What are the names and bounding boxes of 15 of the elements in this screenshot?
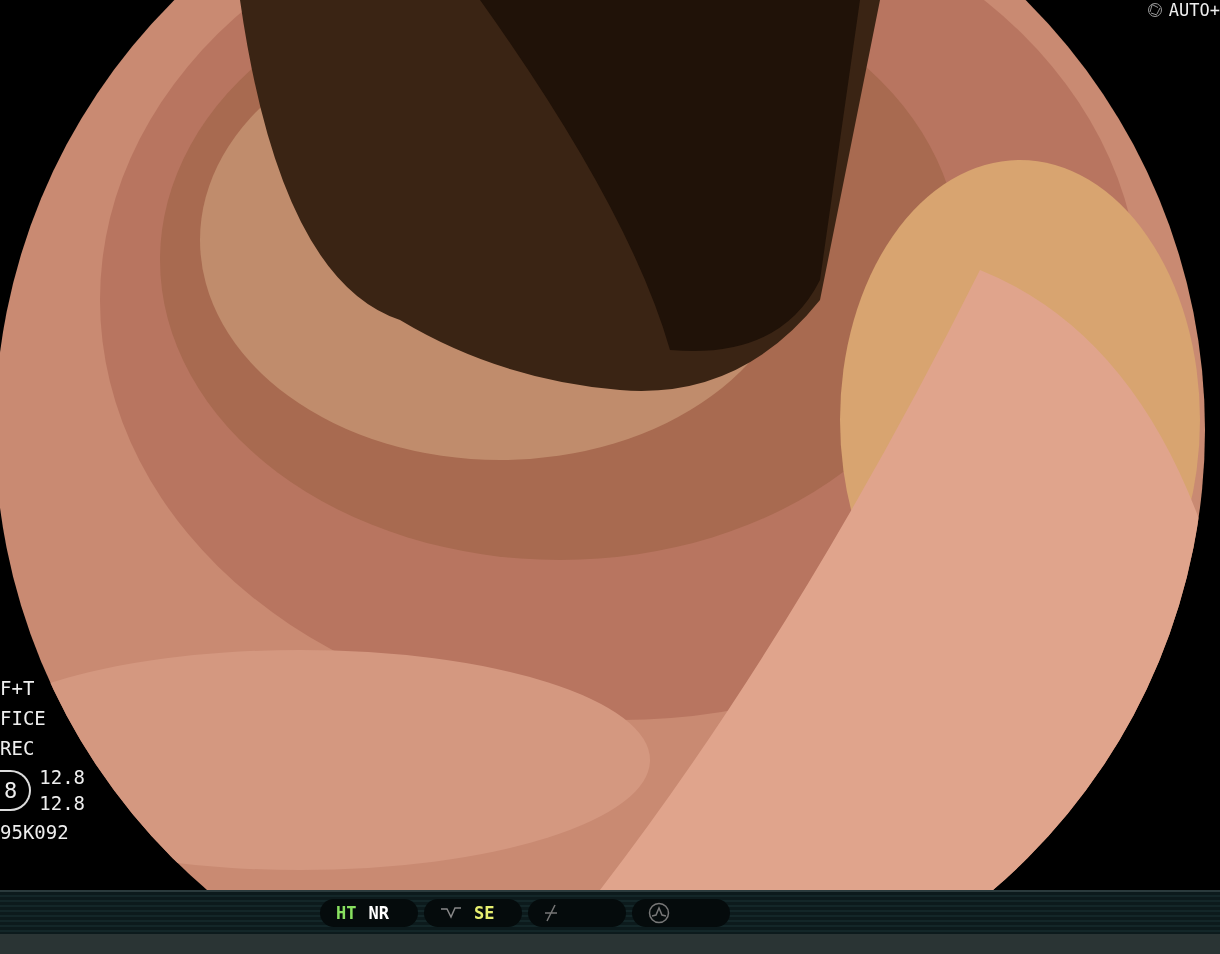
scope-code: 95K092 xyxy=(0,820,70,844)
mode-label: F+T xyxy=(0,676,36,700)
mode-label: AUTO+ xyxy=(1168,0,1220,20)
slash-icon xyxy=(544,904,558,922)
curve-icon xyxy=(440,905,462,921)
status-label: NR xyxy=(368,903,389,923)
level-badge: 8 xyxy=(0,769,32,811)
reading-value: 12.8 xyxy=(39,792,85,814)
status-label: SE xyxy=(474,903,495,923)
reading-value: 12.8 xyxy=(39,766,85,788)
mode-label: FICE xyxy=(0,706,47,730)
peak-icon xyxy=(648,902,670,924)
aperture-icon xyxy=(1146,2,1163,18)
status-label: HT xyxy=(336,903,357,923)
mode-label: REC xyxy=(0,736,36,760)
